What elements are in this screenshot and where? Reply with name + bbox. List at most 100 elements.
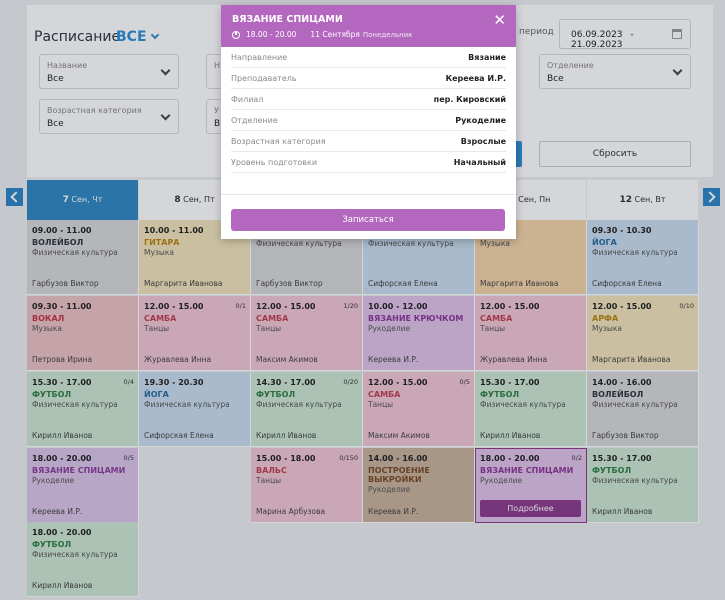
schedule-cell[interactable]: 19.30 - 20.30 ЙОГА Физическая культура Сифо…: [139, 372, 251, 447]
class-category: Музыка: [32, 324, 62, 333]
class-trainer: Максим Акимов: [256, 355, 318, 364]
class-name: САМБА: [256, 314, 289, 323]
schedule-cell[interactable]: 14.00 - 16.00 ВОЛЕЙБОЛ Физическая культура…: [587, 372, 699, 447]
category-dropdown-label: ВСЕ: [116, 29, 147, 45]
class-category: Танцы: [256, 476, 282, 485]
schedule-cell[interactable]: 15.30 - 17.00 ФУТБОЛ Физическая культура Ки…: [587, 448, 699, 523]
filter-value: Все: [547, 74, 564, 84]
close-icon[interactable]: ✕: [493, 11, 506, 29]
class-trainer: Петрова Ирина: [32, 355, 93, 364]
class-name: ВОКАЛ: [32, 314, 65, 323]
class-category: Танцы: [480, 324, 506, 333]
schedule-cell[interactable]: 12.00 - 15.00 САМБА Танцы Журавлева Инна: [475, 296, 587, 371]
detail-row: Возрастная категория Взрослые: [231, 131, 506, 152]
class-time: 19.30 - 20.30: [144, 378, 204, 387]
filter-department-select[interactable]: Отделение Все: [539, 54, 691, 89]
schedule-cell[interactable]: 18.00 - 20.00 ФУТБОЛ Физическая культура Ки…: [27, 522, 139, 597]
schedule-cell[interactable]: 14.30 - 17.00 ФУТБОЛ Физическая культура Ки…: [251, 372, 363, 447]
class-name: АРФА: [592, 314, 619, 323]
modal-date: 11 Сентября: [310, 30, 360, 39]
class-category: Рукоделие: [32, 476, 75, 485]
schedule-cell[interactable]: 09.30 - 10.30 ЙОГА Физическая культура Сифо…: [587, 220, 699, 295]
modal-schedule: 18.00 - 20.00 11 Сентября Понедельник: [232, 30, 412, 39]
detail-row: Отделение Рукоделие: [231, 110, 506, 131]
class-trainer: Кирилл Иванов: [32, 431, 93, 440]
filter-value: Все: [47, 119, 64, 129]
detail-value: пер. Кировский: [433, 94, 506, 104]
enroll-button[interactable]: Записаться: [231, 209, 505, 231]
detail-row: Преподаватель Кереева И.Р.: [231, 68, 506, 89]
detail-value: Вязание: [468, 52, 506, 62]
filter-name-select[interactable]: Название Все: [39, 54, 179, 89]
class-time: 15.30 - 17.00: [592, 454, 652, 463]
schedule-cell[interactable]: 18.00 - 20.00 ВЯЗАНИЕ СПИЦАМИ Рукоделие Кер…: [27, 448, 139, 523]
schedule-cell[interactable]: 15.00 - 18.00 ВАЛЬС Танцы Марина Арбузова 0/…: [251, 448, 363, 523]
class-name: ЙОГА: [592, 238, 617, 247]
modal-title: ВЯЗАНИЕ СПИЦАМИ: [232, 14, 343, 25]
day-number: 12: [619, 195, 632, 205]
class-trainer: Кереева И.Р.: [368, 507, 419, 516]
schedule-cell[interactable]: 15.30 - 17.00 ФУТБОЛ Физическая культура Ки…: [27, 372, 139, 447]
schedule-cell[interactable]: 09.30 - 11.00 ВОКАЛ Музыка Петрова Ирина: [27, 296, 139, 371]
period-to: 21.09.2023: [571, 40, 623, 50]
class-slots: 0/20: [343, 378, 358, 386]
period-separator: -: [630, 30, 634, 40]
detail-row: Филиал пер. Кировский: [231, 89, 506, 110]
day-label: Сен, Чт: [71, 195, 103, 204]
class-time: 12.00 - 15.00: [480, 302, 540, 311]
class-trainer: Маргарита Иванова: [592, 355, 671, 364]
class-category: Рукоделие: [368, 324, 411, 333]
schedule-cell[interactable]: 12.00 - 15.00 САМБА Танцы Максим Акимов 0/5: [363, 372, 475, 447]
schedule-cell[interactable]: 14.00 - 16.00 ПОСТРОЕНИЕ ВЫКРОЙКИ Рукодели…: [363, 448, 475, 523]
class-category: Физическая культура: [592, 400, 678, 409]
schedule-cell[interactable]: 18.00 - 20.00 ВЯЗАНИЕ СПИЦАМИ Рукоделие 0/2…: [475, 448, 587, 523]
day-header[interactable]: 12 Сен, Вт: [587, 180, 699, 220]
class-trainer: Сифорская Елена: [592, 279, 662, 288]
detail-row: Направление Вязание: [231, 47, 506, 68]
schedule-cell[interactable]: 09.00 - 11.00 ВОЛЕЙБОЛ Физическая культура…: [27, 220, 139, 295]
class-trainer: Маргарита Иванова: [480, 279, 559, 288]
class-category: Физическая культура: [256, 239, 342, 248]
class-slots: 1/20: [343, 302, 358, 310]
class-name: ВЯЗАНИЕ СПИЦАМИ: [480, 466, 574, 475]
day-header[interactable]: 7 Сен, Чт: [27, 180, 139, 220]
filter-label: Название: [47, 61, 88, 70]
day-number: 8: [174, 195, 181, 205]
class-name: ВОЛЕЙБОЛ: [32, 238, 84, 247]
schedule-cell[interactable]: 10.00 - 12.00 ВЯЗАНИЕ КРЮЧКОМ Рукоделие Кер…: [363, 296, 475, 371]
class-time: 14.30 - 17.00: [256, 378, 316, 387]
class-category: Физическая культура: [592, 476, 678, 485]
class-category: Физическая культура: [32, 400, 118, 409]
class-category: Музыка: [480, 239, 510, 248]
filter-label: У: [214, 106, 219, 115]
filter-label: Возрастная категория: [47, 106, 142, 115]
chevron-down-icon: [150, 30, 159, 40]
schedule-cell[interactable]: 12.00 - 15.00 САМБА Танцы Журавлева Инна 0/1: [139, 296, 251, 371]
day-label: Сен, Пт: [183, 195, 215, 204]
class-category: Музыка: [592, 324, 622, 333]
class-trainer: Максим Акимов: [368, 431, 430, 440]
class-name: САМБА: [144, 314, 177, 323]
class-time: 15.30 - 17.00: [480, 378, 540, 387]
class-name: ПОСТРОЕНИЕ ВЫКРОЙКИ: [368, 466, 430, 484]
reset-button[interactable]: Сбросить: [539, 141, 691, 167]
detail-value: Кереева И.Р.: [445, 73, 506, 83]
class-trainer: Марина Арбузова: [256, 507, 326, 516]
schedule-cell[interactable]: 12.00 - 15.00 САМБА Танцы Максим Акимов 1/20: [251, 296, 363, 371]
period-input[interactable]: 06.09.2023 - 21.09.2023: [559, 19, 691, 50]
detail-value: Начальный: [453, 157, 506, 167]
category-dropdown[interactable]: ВСЕ: [116, 29, 159, 45]
class-name: ФУТБОЛ: [32, 390, 72, 399]
class-category: Физическая культура: [592, 248, 678, 257]
calendar-icon[interactable]: [672, 29, 682, 39]
next-arrow-icon[interactable]: [703, 188, 720, 206]
filter-label: Отделение: [547, 61, 594, 70]
filter-age-select[interactable]: Возрастная категория Все: [39, 99, 179, 134]
schedule-cell[interactable]: 12.00 - 15.00 АРФА Музыка Маргарита Иванова…: [587, 296, 699, 371]
details-button[interactable]: Подробнее: [480, 500, 581, 517]
schedule-cell[interactable]: 15.30 - 17.00 ФУТБОЛ Физическая культура Ки…: [475, 372, 587, 447]
class-name: ВОЛЕЙБОЛ: [592, 390, 644, 399]
class-category: Физическая культура: [256, 400, 342, 409]
class-time: 09.30 - 11.00: [32, 302, 92, 311]
prev-arrow-icon[interactable]: [6, 188, 23, 206]
